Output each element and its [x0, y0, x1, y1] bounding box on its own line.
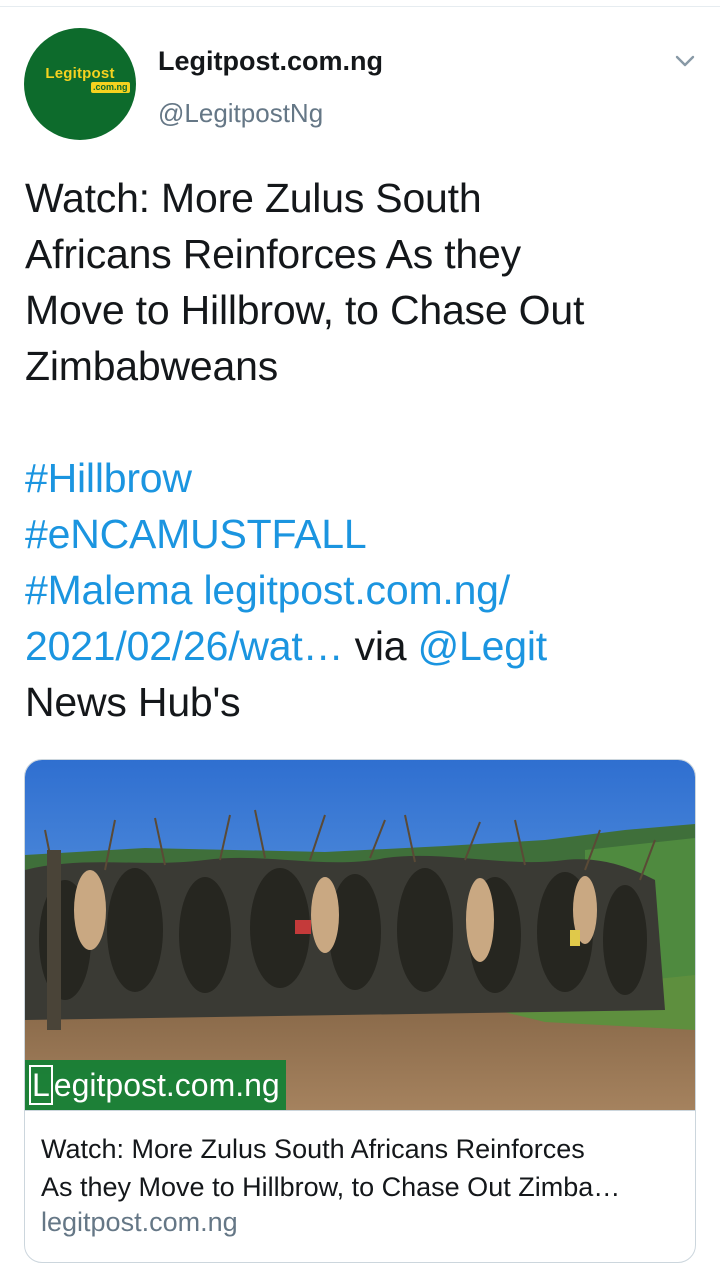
- display-name[interactable]: Legitpost.com.ng: [158, 46, 383, 77]
- link-preview-card[interactable]: Legitpost.com.ng Watch: More Zulus South…: [24, 759, 696, 1263]
- tweet-text: Watch: More Zulus South Africans Reinfor…: [25, 170, 705, 730]
- card-photo: [25, 760, 695, 1110]
- chevron-down-icon[interactable]: [672, 48, 698, 74]
- card-title-line: Watch: More Zulus South Africans Reinfor…: [41, 1134, 585, 1164]
- tweet-trailing-text: News Hub's: [25, 679, 241, 725]
- card-title-line: As they Move to Hillbrow, to Chase Out Z…: [41, 1172, 621, 1202]
- mention-link[interactable]: @Legit: [418, 623, 548, 669]
- hashtag-encamustfall[interactable]: #eNCAMUSTFALL: [25, 511, 367, 557]
- card-domain: legitpost.com.ng: [41, 1207, 238, 1237]
- top-divider: [0, 6, 720, 7]
- watermark-initial: L: [29, 1065, 53, 1105]
- article-link-continued[interactable]: 2021/02/26/wat…: [25, 623, 344, 669]
- tweet-text-line: Watch: More Zulus South: [25, 175, 482, 221]
- watermark-text: egitpost.com.ng: [53, 1067, 280, 1103]
- tweet-text-line: Zimbabweans: [25, 343, 279, 389]
- card-image[interactable]: Legitpost.com.ng: [25, 760, 695, 1110]
- avatar-logo-text: Legitpost: [45, 65, 115, 82]
- avatar-logo-subtext: .com.ng: [91, 82, 130, 93]
- avatar[interactable]: Legitpost .com.ng: [24, 28, 136, 140]
- article-link[interactable]: legitpost.com.ng/: [203, 567, 510, 613]
- tweet-text-line: Move to Hillbrow, to Chase Out: [25, 287, 585, 333]
- user-handle[interactable]: @LegitpostNg: [158, 98, 323, 129]
- card-title[interactable]: Watch: More Zulus South Africans Reinfor…: [41, 1130, 681, 1206]
- card-divider: [25, 1110, 695, 1111]
- tweet-text-line: Africans Reinforces As they: [25, 231, 521, 277]
- card-image-watermark: Legitpost.com.ng: [25, 1060, 286, 1110]
- hashtag-hillbrow[interactable]: #Hillbrow: [25, 455, 192, 501]
- via-text: via: [343, 623, 418, 669]
- hashtag-malema[interactable]: #Malema: [25, 567, 192, 613]
